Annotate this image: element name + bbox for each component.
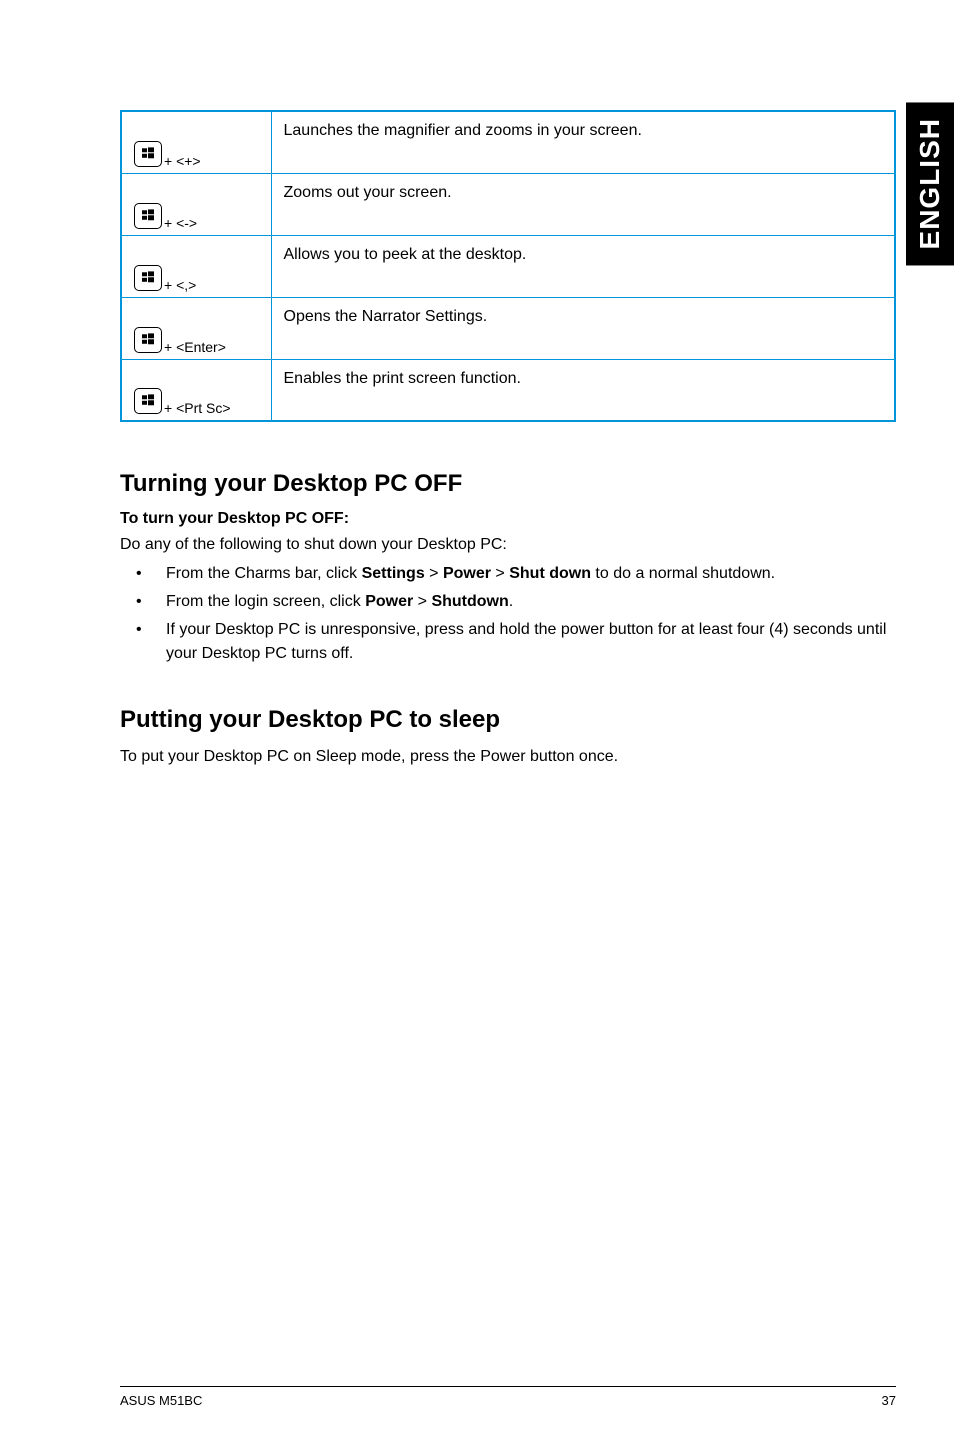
combo-text: + <Prt Sc> [164, 400, 231, 416]
li-strong: Shutdown [431, 593, 508, 610]
li-text: to do a normal shutdown. [591, 565, 775, 582]
windows-key-icon [134, 203, 162, 229]
page-content: + <+> Launches the magnifier and zooms i… [0, 0, 954, 1352]
list-item: From the Charms bar, click Settings > Po… [136, 562, 896, 586]
li-text: > [491, 565, 509, 582]
section-body: To put your Desktop PC on Sleep mode, pr… [120, 746, 896, 768]
li-strong: Settings [362, 565, 425, 582]
table-row: + <,> Allows you to peek at the desktop. [121, 235, 895, 297]
section-heading-sleep: Putting your Desktop PC to sleep [120, 706, 896, 734]
li-text: . [509, 593, 513, 610]
li-text: From the Charms bar, click [166, 565, 362, 582]
key-combo-cell: + <Enter> [121, 297, 271, 359]
shortcut-desc: Zooms out your screen. [271, 173, 895, 235]
table-row: + <Enter> Opens the Narrator Settings. [121, 297, 895, 359]
combo-text: + <+> [164, 153, 201, 169]
table-row: + <Prt Sc> Enables the print screen func… [121, 359, 895, 421]
bullet-list: From the Charms bar, click Settings > Po… [120, 562, 896, 666]
windows-key-icon [134, 265, 162, 291]
li-strong: Shut down [509, 565, 591, 582]
footer-page-number: 37 [882, 1393, 896, 1408]
windows-key-icon [134, 141, 162, 167]
section-heading-off: Turning your Desktop PC OFF [120, 470, 896, 498]
combo-text: + <Enter> [164, 339, 226, 355]
shortcut-desc: Enables the print screen function. [271, 359, 895, 421]
list-item: From the login screen, click Power > Shu… [136, 590, 896, 614]
list-item: If your Desktop PC is unresponsive, pres… [136, 618, 896, 666]
key-combo-cell: + <,> [121, 235, 271, 297]
section-intro: Do any of the following to shut down you… [120, 534, 896, 556]
li-strong: Power [443, 565, 491, 582]
shortcut-desc: Allows you to peek at the desktop. [271, 235, 895, 297]
footer-model: ASUS M51BC [120, 1393, 202, 1408]
li-strong: Power [365, 593, 413, 610]
shortcut-desc: Launches the magnifier and zooms in your… [271, 111, 895, 173]
li-text: From the login screen, click [166, 593, 365, 610]
section-subhead: To turn your Desktop PC OFF: [120, 510, 896, 528]
shortcuts-table: + <+> Launches the magnifier and zooms i… [120, 110, 896, 422]
li-text: > [413, 593, 431, 610]
windows-key-icon [134, 388, 162, 414]
combo-text: + <-> [164, 215, 197, 231]
windows-key-icon [134, 327, 162, 353]
combo-text: + <,> [164, 277, 196, 293]
key-combo-cell: + <+> [121, 111, 271, 173]
key-combo-cell: + <Prt Sc> [121, 359, 271, 421]
table-row: + <+> Launches the magnifier and zooms i… [121, 111, 895, 173]
li-text: > [425, 565, 443, 582]
shortcut-desc: Opens the Narrator Settings. [271, 297, 895, 359]
page-footer: ASUS M51BC 37 [120, 1386, 896, 1408]
key-combo-cell: + <-> [121, 173, 271, 235]
table-row: + <-> Zooms out your screen. [121, 173, 895, 235]
